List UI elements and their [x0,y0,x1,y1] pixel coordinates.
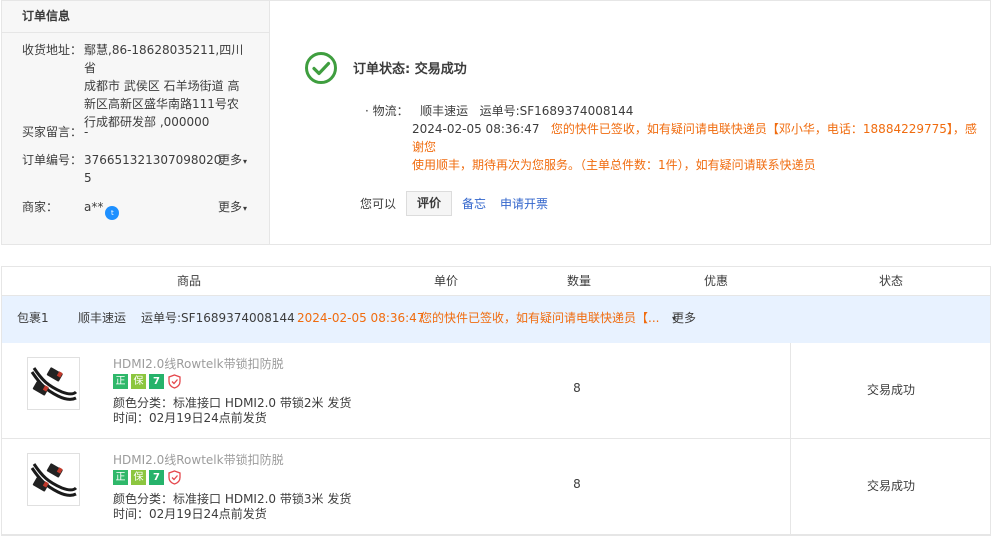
product-name-link[interactable]: HDMI2.0线Rowtelk带锁扣防脱 [113,355,284,372]
service-badges: 正 保 7 [113,374,182,389]
order-number-label: 订单编号： [22,153,83,167]
product-spec: 颜色分类：标准接口 HDMI2.0 带锁3米 发货 时间：02月19日24点前发… [113,492,351,522]
column-divider [790,343,791,438]
item-status: 交易成功 [866,479,916,493]
product-thumbnail[interactable] [27,357,80,410]
more-label: 更多 [217,153,242,167]
genuine-badge-icon[interactable]: 正 [113,470,128,485]
order-number-line: 376651321307098020 [84,153,222,167]
quantity-value: 8 [573,477,581,491]
seven-day-return-badge-icon[interactable]: 7 [149,374,164,389]
order-number-more-button[interactable]: 更多▾ [218,151,247,168]
column-header-discount: 优惠 [703,274,729,288]
order-info-panel: 订单信息 收货地址： 鄢慧,86-18628035211,四川省 成都市 武侯区… [2,1,270,244]
actions-prompt: 您可以 [360,197,397,211]
order-number-line: 5 [84,171,92,185]
guarantee-badge-icon[interactable]: 保 [131,374,146,389]
order-summary-panel: 订单信息 收货地址： 鄢慧,86-18628035211,四川省 成都市 武侯区… [1,0,991,245]
more-label: 更多 [217,200,242,214]
genuine-badge-icon[interactable]: 正 [113,374,128,389]
ship-time: 时间：02月19日24点前发货 [113,411,267,425]
package-row: 包裹1 顺丰速运 运单号:SF1689374008144 2024-02-05 … [2,296,990,343]
merchant-name: a** [84,200,104,214]
table-row: HDMI2.0线Rowtelk带锁扣防脱 正 保 7 颜色分类：标准接口 HDM… [2,343,990,439]
address-row: 收货地址： 鄢慧,86-18628035211,四川省 成都市 武侯区 石羊场街… [22,41,252,129]
shield-icon[interactable] [167,470,182,485]
service-badges: 正 保 7 [113,470,182,485]
merchant-value: a** t [84,198,120,220]
logistics-tracking-number: 运单号:SF1689374008144 [479,104,634,118]
chevron-down-icon: ▾ [242,204,247,213]
package-carrier: 顺丰速运 [78,311,127,325]
address-line: 成都市 武侯区 石羊场街道 高 [84,79,240,93]
order-actions: 您可以 评价 备忘 申请开票 [360,191,562,216]
order-number-value: 376651321307098020 5 [84,151,221,187]
merchant-row: 商家： a** t [22,198,172,220]
address-value: 鄢慧,86-18628035211,四川省 成都市 武侯区 石羊场街道 高 新区… [84,41,254,131]
product-spec: 颜色分类：标准接口 HDMI2.0 带锁2米 发货 时间：02月19日24点前发… [113,396,351,426]
product-sku: 颜色分类：标准接口 HDMI2.0 带锁2米 发货 [113,396,352,410]
address-line: 新区高新区盛华南路111号农 [84,97,239,111]
column-header-quantity: 数量 [566,274,592,288]
address-line: 鄢慧,86-18628035211,四川省 [84,43,244,75]
seven-day-return-badge-icon[interactable]: 7 [149,470,164,485]
merchant-more-button[interactable]: 更多▾ [218,198,247,215]
order-info-title: 订单信息 [2,1,269,33]
product-thumbnail[interactable] [27,453,80,506]
table-row: HDMI2.0线Rowtelk带锁扣防脱 正 保 7 颜色分类：标准接口 HDM… [2,439,990,535]
request-invoice-link[interactable]: 申请开票 [500,195,548,212]
package-time: 2024-02-05 08:36:47 [297,311,425,325]
guarantee-badge-icon[interactable]: 保 [131,470,146,485]
shield-icon[interactable] [167,374,182,389]
column-header-product: 商品 [176,274,202,288]
column-header-price: 单价 [433,274,459,288]
buyer-message-value: - [84,125,89,139]
logistics-carrier: 顺丰速运 [420,104,469,118]
package-name: 包裹1 [17,311,49,325]
rate-button[interactable]: 评价 [406,191,453,216]
check-circle-icon [304,51,338,88]
logistics-message: 使用顺丰，期待再次为您服务。（主单总件数：1件），如有疑问请联系快递员 [412,158,816,172]
product-name-link[interactable]: HDMI2.0线Rowtelk带锁扣防脱 [113,451,284,468]
wangwang-chat-icon[interactable]: t [105,206,120,220]
quantity-value: 8 [573,381,581,395]
memo-link[interactable]: 备忘 [462,195,486,212]
ship-time: 时间：02月19日24点前发货 [113,507,267,521]
column-divider [790,439,791,534]
product-sku: 颜色分类：标准接口 HDMI2.0 带锁3米 发货 [113,492,352,506]
package-message: 您的快件已签收，如有疑问请电联快递员【... [420,311,660,325]
chevron-down-icon: ▾ [672,314,677,323]
logistics-time: 2024-02-05 08:36:47 [412,122,540,136]
address-label: 收货地址： [22,43,83,57]
chevron-down-icon: ▾ [242,157,247,166]
order-status-title: 订单状态: 交易成功 [353,62,467,77]
order-items-table: 商品 单价 数量 优惠 状态 包裹1 顺丰速运 运单号:SF1689374008… [1,266,991,536]
merchant-label: 商家： [22,200,59,214]
package-tracking-number: 运单号:SF1689374008144 [141,311,295,325]
logistics-detail: 2024-02-05 08:36:47 您的快件已签收，如有疑问请电联快递员【邓… [412,120,987,174]
logistics-line: · 物流： 顺丰速运 运单号:SF1689374008144 [365,102,633,120]
item-status: 交易成功 [866,383,916,397]
logistics-label: · 物流： [365,104,409,118]
table-header: 商品 单价 数量 优惠 状态 [2,267,990,296]
buyer-message-label: 买家留言： [22,125,83,139]
column-header-status: 状态 [878,274,904,288]
buyer-message-row: 买家留言： - [22,123,252,141]
